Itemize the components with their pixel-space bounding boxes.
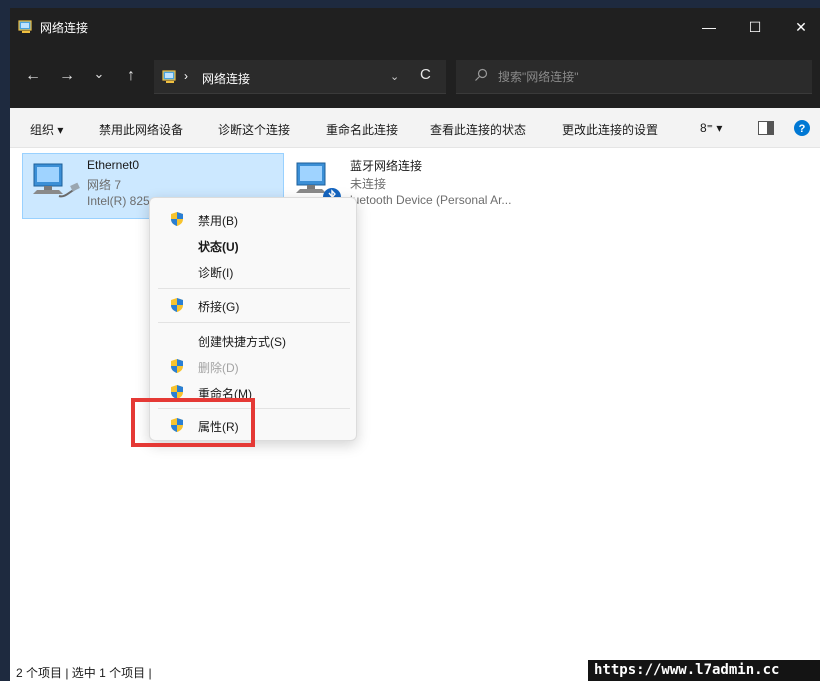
disable-device-command[interactable]: 禁用此网络设备: [99, 121, 183, 138]
menu-item-label: 桥接(G): [198, 300, 240, 314]
help-icon[interactable]: ?: [793, 119, 811, 137]
highlight-box: [131, 398, 255, 447]
minimize-button[interactable]: —: [686, 8, 732, 46]
menu-item-disable[interactable]: 禁用(B): [154, 206, 354, 232]
connection-device: Intel(R) 825: [87, 194, 150, 208]
menu-item-label: 诊断(I): [198, 266, 234, 280]
change-view-button[interactable]: 8⁼ ▾: [700, 121, 722, 135]
title-bar: 网络连接 — ☐ ✕: [10, 8, 820, 46]
close-button[interactable]: ✕: [778, 8, 820, 46]
navigation-bar: ← → ⌄ ↑ › 网络连接 ⌄ C: [10, 46, 820, 108]
uac-shield-icon: [171, 212, 183, 226]
connection-name: Ethernet0: [87, 158, 140, 172]
recent-locations-button[interactable]: ⌄: [88, 66, 110, 82]
refresh-button[interactable]: C: [420, 66, 431, 83]
menu-item-diagnose[interactable]: 诊断(I): [154, 258, 354, 284]
address-bar[interactable]: › 网络连接 ⌄ C: [154, 60, 446, 94]
search-icon: [475, 68, 488, 81]
menu-item-delete: 删除(D): [154, 353, 354, 379]
connection-device: luetooth Device (Personal Ar...: [350, 193, 512, 207]
connection-status: 网络 7: [87, 178, 122, 192]
up-button[interactable]: ↑: [120, 67, 142, 85]
menu-item-status[interactable]: 状态(U): [154, 232, 354, 258]
maximize-button[interactable]: ☐: [732, 8, 778, 46]
network-connections-icon: [18, 20, 32, 33]
menu-separator: [158, 322, 350, 323]
uac-shield-icon: [171, 298, 183, 312]
explorer-window: 网络连接 — ☐ ✕ ← → ⌄ ↑ › 网络连接 ⌄ C 搜索"网络连接" 组…: [10, 8, 820, 681]
command-bar: 组织 ▾ 禁用此网络设备 诊断这个连接 重命名此连接 查看此连接的状态 更改此连…: [10, 108, 820, 148]
change-settings-command[interactable]: 更改此连接的设置: [562, 121, 658, 138]
connection-name: 蓝牙网络连接: [350, 159, 423, 173]
organize-menu[interactable]: 组织 ▾: [30, 121, 63, 138]
menu-item-label: 创建快捷方式(S): [198, 335, 286, 349]
address-dropdown-button[interactable]: ⌄: [390, 70, 399, 83]
menu-item-create-shortcut[interactable]: 创建快捷方式(S): [154, 327, 354, 353]
menu-separator: [158, 288, 350, 289]
menu-item-label: 禁用(B): [198, 214, 238, 228]
back-button[interactable]: ←: [22, 67, 44, 85]
connection-status: 未连接: [350, 177, 387, 191]
search-input[interactable]: [498, 68, 798, 86]
diagnose-command[interactable]: 诊断这个连接: [218, 121, 290, 138]
breadcrumb-network-connections[interactable]: 网络连接: [202, 70, 250, 87]
menu-item-label: 状态(U): [198, 240, 239, 254]
search-box[interactable]: [456, 60, 812, 94]
svg-text:?: ?: [799, 123, 806, 135]
rename-command[interactable]: 重命名此连接: [326, 121, 398, 138]
view-status-command[interactable]: 查看此连接的状态: [430, 121, 526, 138]
window-title: 网络连接: [40, 21, 89, 35]
watermark: https://www.l7admin.cc: [588, 660, 820, 681]
network-adapter-icon: [33, 163, 80, 198]
network-connections-icon: [162, 70, 176, 83]
status-text: 2 个项目 | 选中 1 个项目 |: [16, 666, 152, 680]
forward-button[interactable]: →: [56, 67, 78, 85]
preview-pane-icon[interactable]: [758, 121, 774, 135]
breadcrumb-separator-icon: ›: [184, 69, 188, 83]
menu-item-label: 删除(D): [198, 361, 239, 375]
menu-item-bridge[interactable]: 桥接(G): [154, 292, 354, 318]
uac-shield-icon: [171, 359, 183, 373]
